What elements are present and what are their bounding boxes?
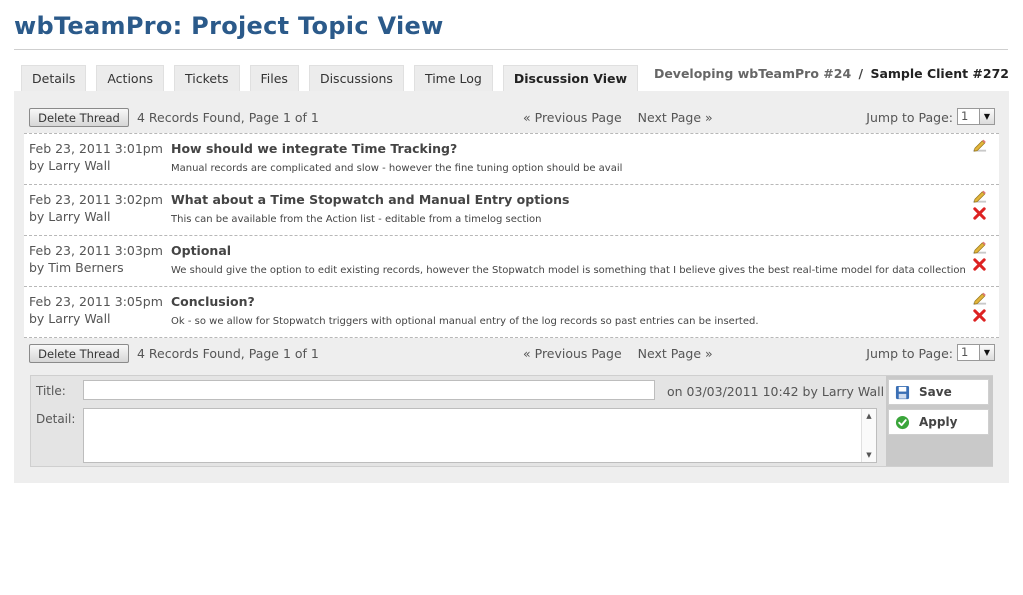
- jump-to-page: Jump to Page: 1 ▼: [866, 344, 995, 361]
- textarea-scrollbar[interactable]: ▲ ▼: [861, 409, 876, 462]
- thread-date: Feb 23, 2011 3:02pm: [29, 192, 163, 207]
- thread-date: Feb 23, 2011 3:05pm: [29, 294, 163, 309]
- thread-row: Feb 23, 2011 3:02pm by Larry Wall What a…: [24, 184, 999, 235]
- page-select-value: 1: [961, 345, 969, 359]
- delete-thread-button[interactable]: Delete Thread: [29, 344, 129, 363]
- edit-pencil-icon[interactable]: [972, 138, 987, 153]
- project-name: Developing wbTeamPro #24: [653, 66, 852, 81]
- discussion-panel: Delete Thread 4 Records Found, Page 1 of…: [14, 91, 1009, 483]
- edit-pencil-icon[interactable]: [972, 291, 987, 306]
- title-input[interactable]: [83, 380, 655, 400]
- thread-topic[interactable]: Conclusion?: [171, 294, 255, 309]
- delete-x-icon[interactable]: [972, 308, 987, 323]
- delete-x-icon[interactable]: [972, 257, 987, 272]
- thread-topic[interactable]: How should we integrate Time Tracking?: [171, 141, 457, 156]
- chevron-down-icon: ▼: [979, 345, 994, 360]
- delete-x-icon[interactable]: [972, 206, 987, 221]
- thread-detail: Ok - so we allow for Stopwatch triggers …: [171, 316, 759, 327]
- save-label: Save: [919, 385, 952, 399]
- jump-to-page-label: Jump to Page:: [866, 346, 953, 361]
- apply-button[interactable]: Apply: [888, 409, 989, 435]
- scroll-down-icon[interactable]: ▼: [862, 451, 876, 459]
- new-thread-form: Title: on 03/03/2011 10:42 by Larry Wall…: [30, 375, 993, 467]
- records-count: 4 Records Found, Page 1 of 1: [137, 346, 319, 361]
- jump-to-page: Jump to Page: 1 ▼: [866, 108, 995, 125]
- previous-page-link[interactable]: « Previous Page: [523, 110, 622, 125]
- project-context: Developing wbTeamPro #24 / Sample Client…: [654, 66, 1009, 81]
- thread-detail: This can be available from the Action li…: [171, 214, 542, 225]
- thread-list: Feb 23, 2011 3:01pm by Larry Wall How sh…: [24, 133, 999, 338]
- tab-discussions[interactable]: Discussions: [308, 65, 404, 91]
- detail-textarea[interactable]: ▲ ▼: [83, 408, 877, 463]
- tab-actions[interactable]: Actions: [96, 65, 165, 91]
- thread-topic[interactable]: Optional: [171, 243, 231, 258]
- save-button[interactable]: Save: [888, 379, 989, 405]
- apply-label: Apply: [919, 415, 958, 429]
- previous-page-link[interactable]: « Previous Page: [523, 346, 622, 361]
- form-actions: Save Apply: [886, 376, 993, 466]
- client-name: Sample Client #272: [870, 66, 1009, 81]
- tab-details[interactable]: Details: [21, 65, 87, 91]
- check-circle-icon: [895, 415, 910, 430]
- tab-bar: Details Actions Tickets Files Discussion…: [21, 65, 639, 91]
- thread-date: Feb 23, 2011 3:03pm: [29, 243, 163, 258]
- floppy-disk-icon: [895, 385, 910, 400]
- chevron-down-icon: ▼: [979, 109, 994, 124]
- page-select[interactable]: 1 ▼: [957, 344, 995, 361]
- edit-pencil-icon[interactable]: [972, 189, 987, 204]
- tab-tickets[interactable]: Tickets: [174, 65, 240, 91]
- top-toolbar: Delete Thread 4 Records Found, Page 1 of…: [29, 107, 995, 129]
- next-page-link[interactable]: Next Page »: [638, 110, 713, 125]
- scroll-up-icon[interactable]: ▲: [862, 412, 876, 420]
- thread-author: by Larry Wall: [29, 158, 111, 173]
- jump-to-page-label: Jump to Page:: [866, 110, 953, 125]
- title-divider: [14, 49, 1008, 50]
- page-select-value: 1: [961, 109, 969, 123]
- delete-thread-button[interactable]: Delete Thread: [29, 108, 129, 127]
- records-count: 4 Records Found, Page 1 of 1: [137, 110, 319, 125]
- thread-row: Feb 23, 2011 3:05pm by Larry Wall Conclu…: [24, 286, 999, 338]
- page-title: wbTeamPro: Project Topic View: [14, 12, 444, 40]
- title-label: Title:: [36, 384, 66, 398]
- next-page-link[interactable]: Next Page »: [638, 346, 713, 361]
- context-separator: /: [858, 66, 864, 81]
- thread-row: Feb 23, 2011 3:03pm by Tim Berners Optio…: [24, 235, 999, 286]
- detail-label: Detail:: [36, 412, 76, 426]
- bottom-toolbar: Delete Thread 4 Records Found, Page 1 of…: [29, 343, 995, 365]
- thread-topic[interactable]: What about a Time Stopwatch and Manual E…: [171, 192, 569, 207]
- thread-date: Feb 23, 2011 3:01pm: [29, 141, 163, 156]
- tab-time-log[interactable]: Time Log: [413, 65, 493, 91]
- thread-row: Feb 23, 2011 3:01pm by Larry Wall How sh…: [24, 133, 999, 184]
- post-meta: on 03/03/2011 10:42 by Larry Wall: [667, 384, 885, 399]
- edit-pencil-icon[interactable]: [972, 240, 987, 255]
- thread-detail: Manual records are complicated and slow …: [171, 163, 623, 174]
- thread-author: by Tim Berners: [29, 260, 124, 275]
- pager: « Previous Page Next Page »: [523, 346, 713, 361]
- thread-author: by Larry Wall: [29, 209, 111, 224]
- page-select[interactable]: 1 ▼: [957, 108, 995, 125]
- thread-detail: We should give the option to edit existi…: [171, 265, 966, 276]
- thread-author: by Larry Wall: [29, 311, 111, 326]
- tab-discussion-view[interactable]: Discussion View: [502, 65, 639, 91]
- pager: « Previous Page Next Page »: [523, 110, 713, 125]
- tab-files[interactable]: Files: [249, 65, 299, 91]
